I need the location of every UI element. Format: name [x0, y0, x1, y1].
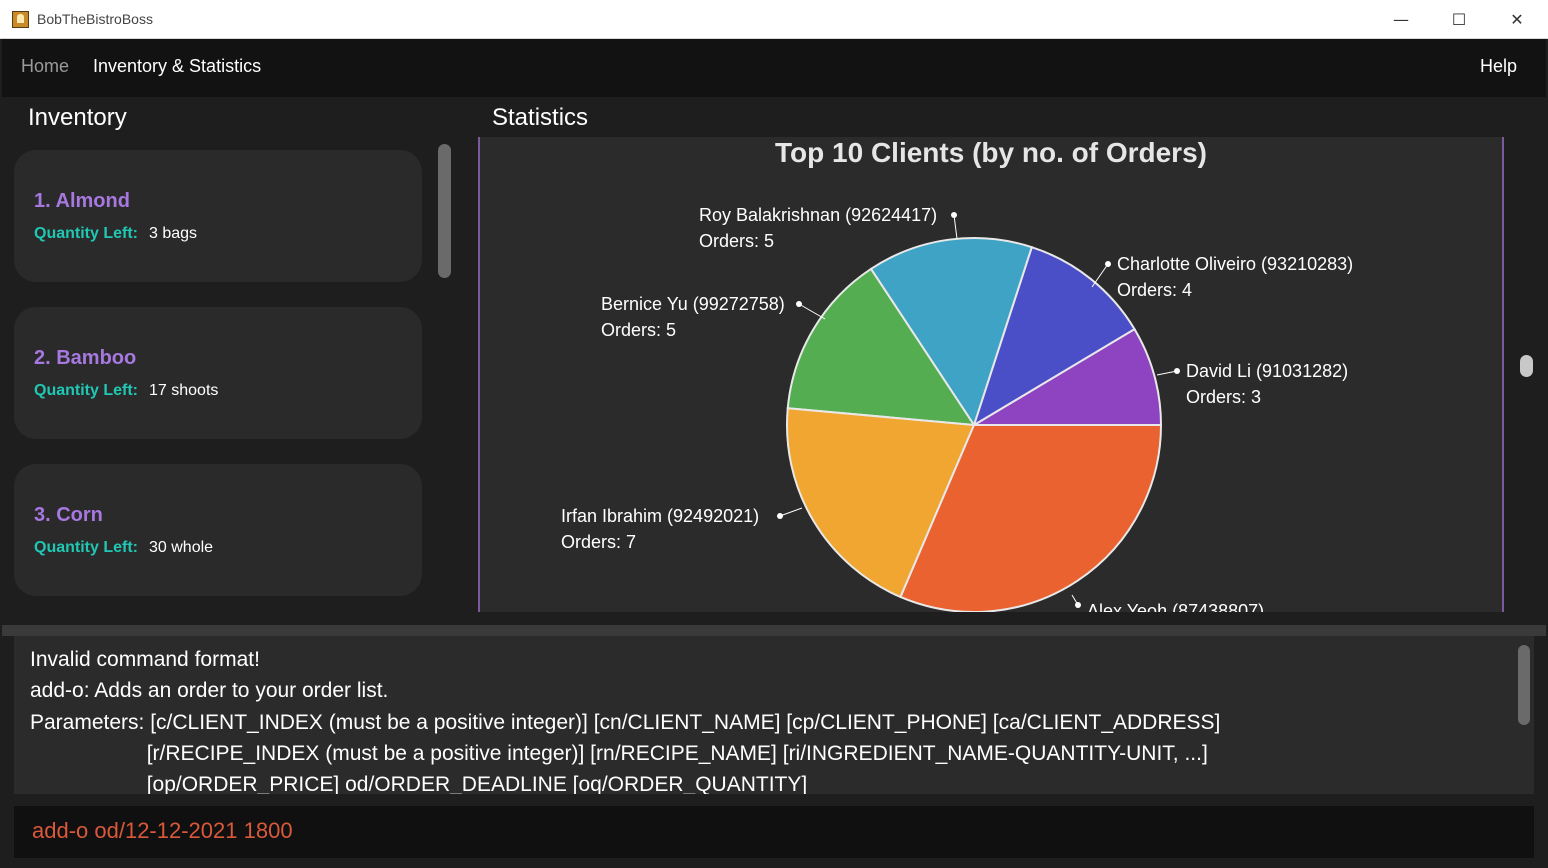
label-dot — [1105, 261, 1111, 267]
slice-sublabel: Orders: 7 — [561, 532, 636, 552]
slice-sublabel: Orders: 3 — [1186, 387, 1261, 407]
menu-home[interactable]: Home — [21, 56, 69, 77]
app-icon — [12, 11, 29, 28]
label-leader-line — [1156, 370, 1178, 376]
inventory-title: Inventory — [28, 104, 127, 131]
quantity-value: 3 bags — [149, 225, 198, 242]
quantity-value: 17 shoots — [149, 382, 219, 399]
result-line: [r/RECIPE_INDEX (must be a positive inte… — [30, 742, 1208, 765]
slice-label: Bernice Yu (99272758) — [601, 294, 785, 314]
window-title: BobTheBistroBoss — [37, 11, 153, 27]
inventory-item-name: 3. Corn — [34, 504, 103, 526]
quantity-label: Quantity Left: — [34, 382, 138, 399]
label-leader-line — [779, 507, 803, 517]
label-dot — [796, 301, 802, 307]
inventory-item-name: 2. Bamboo — [34, 347, 137, 369]
label-dot — [1075, 602, 1081, 608]
title-bar: BobTheBistroBoss — ☐ ✕ — [0, 0, 1548, 39]
menu-inventory-statistics[interactable]: Inventory & Statistics — [93, 56, 261, 77]
inventory-scrollbar[interactable] — [438, 144, 451, 278]
divider[interactable] — [2, 625, 1546, 636]
label-leader-line — [798, 303, 826, 320]
maximize-icon[interactable]: ☐ — [1430, 0, 1488, 39]
close-icon[interactable]: ✕ — [1488, 0, 1546, 39]
quantity-value: 30 whole — [149, 539, 214, 556]
quantity-label: Quantity Left: — [34, 539, 138, 556]
label-leader-line — [1091, 263, 1109, 288]
slice-sublabel: Orders: 5 — [601, 320, 676, 340]
inventory-card[interactable]: 3. Corn Quantity Left: 30 whole — [14, 464, 422, 596]
statistics-title: Statistics — [492, 104, 589, 131]
slice-label: Irfan Ibrahim (92492021) — [561, 506, 759, 526]
result-line: add-o: Adds an order to your order list. — [30, 679, 389, 702]
result-line: Invalid command format! — [30, 648, 260, 671]
label-dot — [951, 212, 957, 218]
slice-sublabel: Orders: 5 — [699, 231, 774, 251]
result-line: [op/ORDER_PRICE] od/ORDER_DEADLINE [oq/O… — [30, 773, 808, 794]
menu-bar: Home Inventory & Statistics Help — [2, 39, 1546, 97]
quantity-label: Quantity Left: — [34, 225, 138, 242]
label-dot — [1174, 368, 1180, 374]
label-dot — [777, 513, 783, 519]
slice-label: Charlotte Oliveiro (93210283) — [1117, 254, 1353, 274]
result-line: Parameters: [c/CLIENT_INDEX (must be a p… — [30, 711, 1221, 734]
command-box[interactable]: add-o od/12-12-2021 1800 — [14, 806, 1534, 858]
inventory-item-name: 1. Almond — [34, 190, 130, 212]
result-scrollbar[interactable] — [1518, 645, 1530, 725]
label-leader-line — [953, 214, 958, 240]
inventory-card[interactable]: 2. Bamboo Quantity Left: 17 shoots — [14, 307, 422, 439]
menu-help[interactable]: Help — [1480, 56, 1517, 77]
slice-label: David Li (91031282) — [1186, 361, 1348, 381]
slice-label: Alex Yeoh (87438807) — [1087, 601, 1264, 612]
inventory-card[interactable]: 1. Almond Quantity Left: 3 bags — [14, 150, 422, 282]
pie-chart: David Li (91031282) Orders: 3 Charlotte Ol… — [561, 205, 1353, 612]
minimize-icon[interactable]: — — [1372, 0, 1430, 39]
result-display: Invalid command format! add-o: Adds an o… — [14, 636, 1534, 794]
command-input[interactable]: add-o od/12-12-2021 1800 — [32, 818, 293, 844]
slice-sublabel: Orders: 4 — [1117, 280, 1192, 300]
main-scrollbar[interactable] — [1520, 355, 1533, 377]
statistics-chart: Top 10 Clients (by no. of Orders) David … — [478, 137, 1504, 612]
slice-label: Roy Balakrishnan (92624417) — [699, 205, 937, 225]
